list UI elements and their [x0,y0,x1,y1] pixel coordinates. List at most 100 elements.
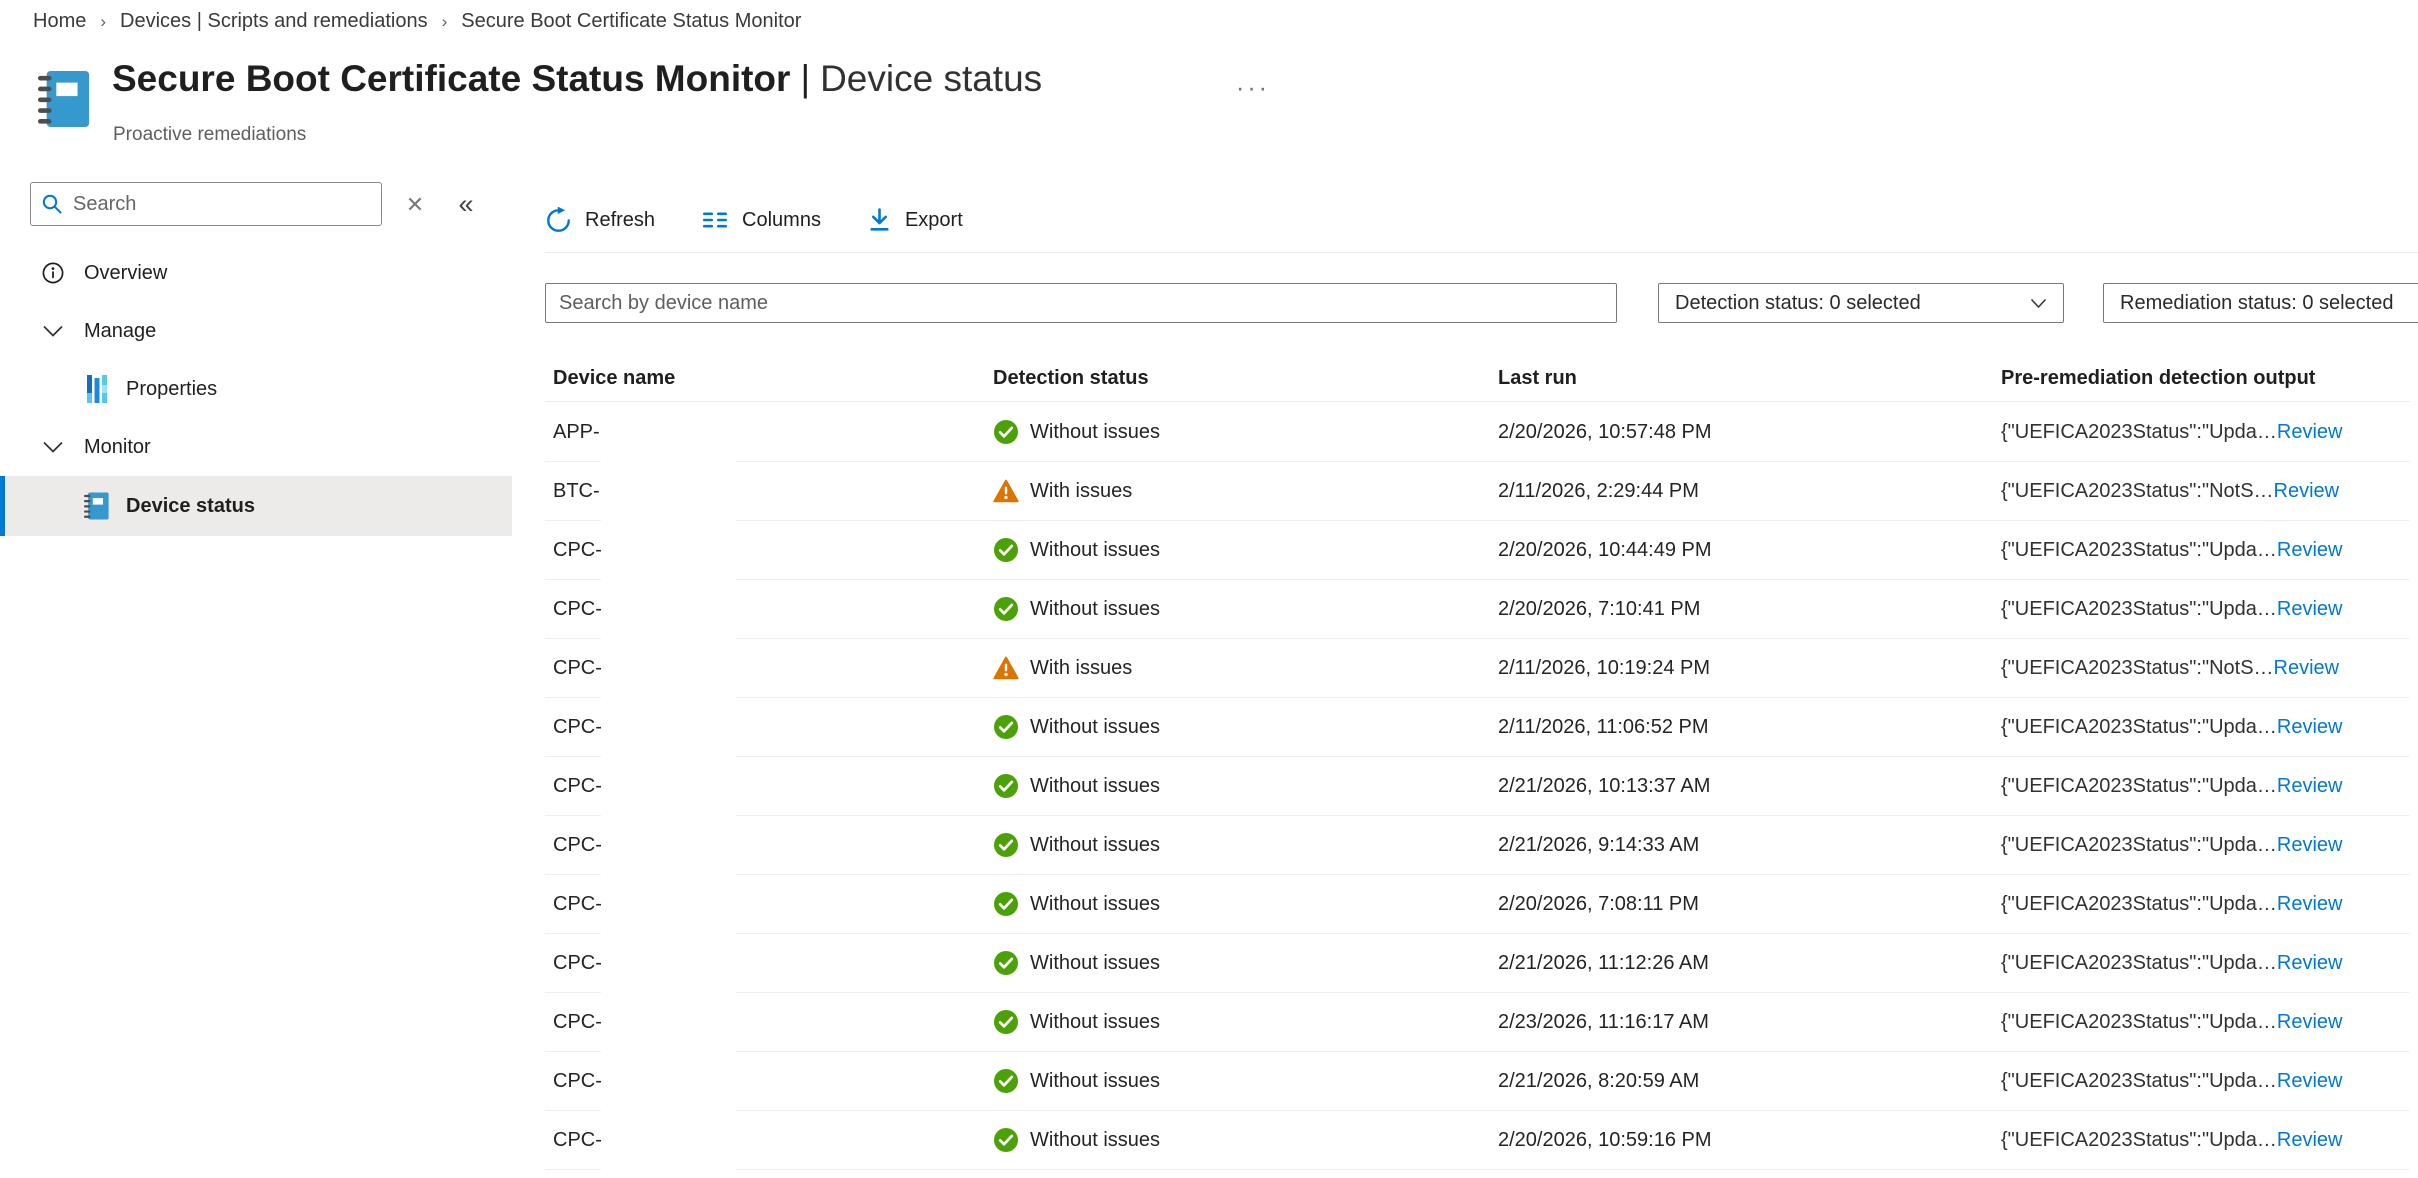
breadcrumb-devices[interactable]: Devices | Scripts and remediations [120,10,428,33]
sidebar-item-properties[interactable]: Properties [0,360,512,418]
review-link[interactable]: Review [2277,1011,2343,1034]
last-run-cell: 2/20/2026, 10:57:48 PM [1490,421,1993,444]
table-row[interactable]: CPC- Without issues 2/20/2026, 7:08:11 P… [545,875,2410,934]
main-content: Refresh Columns [545,188,2418,1178]
column-header-last-run[interactable]: Last run [1490,367,1993,390]
last-run-cell: 2/20/2026, 7:08:11 PM [1490,893,1993,916]
review-link[interactable]: Review [2277,893,2343,916]
info-icon [40,261,66,285]
status-ok-icon [993,832,1019,858]
table-row[interactable]: CPC- With issues 2/11/2026, 10:19:24 PM … [545,639,2410,698]
search-clear-icon[interactable]: ✕ [398,188,432,222]
status-label: Without issues [1030,775,1160,798]
status-ok-icon [993,1009,1019,1035]
detection-status-cell: Without issues [985,537,1490,563]
sidebar-section-label: Manage [84,320,156,343]
last-run-cell: 2/21/2026, 10:13:37 AM [1490,775,1993,798]
sidebar-section-manage[interactable]: Manage [0,302,512,360]
column-header-device-name[interactable]: Device name [545,367,985,390]
device-status-icon [84,490,110,522]
sidebar-section-monitor[interactable]: Monitor [0,418,512,476]
export-button[interactable]: Export [867,207,963,234]
review-link[interactable]: Review [2277,421,2343,444]
status-warning-icon [993,656,1019,680]
table-row[interactable]: CPC- Without issues 2/21/2026, 8:20:59 A… [545,1052,2410,1111]
table-row[interactable]: CPC- Without issues 2/21/2026, 9:14:33 A… [545,816,2410,875]
column-header-detection-status[interactable]: Detection status [985,367,1490,390]
review-link[interactable]: Review [2277,952,2343,975]
output-text: {"UEFICA2023Status":"Upda… [2001,539,2277,562]
status-ok-icon [993,1068,1019,1094]
review-link[interactable]: Review [2277,716,2343,739]
detection-status-dropdown[interactable]: Detection status: 0 selected [1658,283,2064,323]
table-row[interactable]: CPC- Without issues 2/23/2026, 11:16:17 … [545,993,2410,1052]
detection-status-dropdown-label: Detection status: 0 selected [1675,292,1921,315]
status-label: Without issues [1030,716,1160,739]
review-link[interactable]: Review [2277,539,2343,562]
sidebar-section-label: Monitor [84,436,151,459]
review-link[interactable]: Review [2277,1129,2343,1152]
status-ok-icon [993,714,1019,740]
proactive-remediation-icon [38,70,92,128]
sidebar-search-box[interactable] [30,182,382,226]
status-ok-icon [993,419,1019,445]
last-run-cell: 2/20/2026, 7:10:41 PM [1490,598,1993,621]
output-cell: {"UEFICA2023Status":"Upda…Review [1993,1011,2410,1034]
review-link[interactable]: Review [2277,598,2343,621]
output-text: {"UEFICA2023Status":"Upda… [2001,952,2277,975]
table-row[interactable]: CPC- Without issues 2/21/2026, 11:12:26 … [545,934,2410,993]
last-run-cell: 2/20/2026, 10:44:49 PM [1490,539,1993,562]
table-row[interactable]: CPC- Without issues 2/20/2026, 10:59:16 … [545,1111,2410,1170]
device-search-box[interactable] [545,283,1617,323]
status-label: Without issues [1030,893,1160,916]
remediation-status-dropdown[interactable]: Remediation status: 0 selected [2103,283,2418,323]
table-row[interactable]: APP- Without issues 2/20/2026, 10:57:48 … [545,403,2410,462]
detection-status-cell: Without issues [985,419,1490,445]
toolbar-divider [545,252,2418,253]
table-row[interactable]: CPC- Without issues 2/20/2026, 10:44:49 … [545,521,2410,580]
last-run-cell: 2/20/2026, 10:59:16 PM [1490,1129,1993,1152]
review-link[interactable]: Review [2277,834,2343,857]
status-ok-icon [993,596,1019,622]
status-label: Without issues [1030,1011,1160,1034]
review-link[interactable]: Review [2277,1070,2343,1093]
device-search-input[interactable] [559,292,1603,315]
detection-status-cell: With issues [985,479,1490,503]
table-row[interactable]: CPC- Without issues 2/21/2026, 10:13:37 … [545,757,2410,816]
output-cell: {"UEFICA2023Status":"NotS…Review [1993,657,2410,680]
table-row[interactable]: CPC- Without issues 2/11/2026, 11:06:52 … [545,698,2410,757]
status-label: Without issues [1030,598,1160,621]
table-body: APP- Without issues 2/20/2026, 10:57:48 … [545,403,2410,1178]
refresh-button[interactable]: Refresh [545,207,655,234]
columns-button[interactable]: Columns [701,208,821,232]
review-link[interactable]: Review [2277,775,2343,798]
output-text: {"UEFICA2023Status":"Upda… [2001,834,2277,857]
sidebar-collapse-icon[interactable]: « [448,186,484,222]
sidebar-item-overview[interactable]: Overview [0,244,512,302]
sidebar-search-input[interactable] [73,193,371,216]
sidebar-item-device-status[interactable]: Device status [0,476,512,536]
output-text: {"UEFICA2023Status":"NotS… [2001,480,2274,503]
table-row[interactable]: CPC- Without issues 2/20/2026, 7:10:41 P… [545,580,2410,639]
review-link[interactable]: Review [2274,480,2340,503]
output-cell: {"UEFICA2023Status":"Upda…Review [1993,893,2410,916]
last-run-cell: 2/11/2026, 10:19:24 PM [1490,657,1993,680]
status-ok-icon [993,950,1019,976]
more-menu-icon[interactable]: ··· [1236,74,1270,103]
output-text: {"UEFICA2023Status":"Upda… [2001,775,2277,798]
status-label: With issues [1030,480,1132,503]
export-label: Export [905,209,963,232]
page-title-main: Secure Boot Certificate Status Monitor [112,58,790,99]
table-row[interactable]: BTC- With issues 2/11/2026, 2:29:44 PM {… [545,462,2410,521]
output-text: {"UEFICA2023Status":"Upda… [2001,893,2277,916]
last-run-cell: 2/11/2026, 11:06:52 PM [1490,716,1993,739]
breadcrumb: Home › Devices | Scripts and remediation… [33,10,801,33]
detection-status-cell: Without issues [985,714,1490,740]
output-cell: {"UEFICA2023Status":"Upda…Review [1993,775,2410,798]
sidebar-item-label: Device status [126,495,255,518]
page-title-section: Device status [820,58,1042,99]
output-cell: {"UEFICA2023Status":"NotS…Review [1993,480,2410,503]
review-link[interactable]: Review [2274,657,2340,680]
column-header-output[interactable]: Pre-remediation detection output [1993,367,2410,390]
breadcrumb-home[interactable]: Home [33,10,86,33]
